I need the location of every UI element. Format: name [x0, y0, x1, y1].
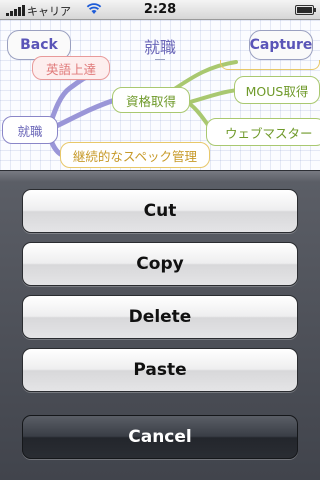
- action-sheet-top-edge: [0, 170, 320, 171]
- title-underline: [155, 59, 165, 60]
- capture-button[interactable]: Capture: [249, 30, 313, 60]
- mindmap-node-english[interactable]: 英語上達: [32, 56, 110, 80]
- mindmap-node-root[interactable]: 就職: [2, 116, 58, 144]
- mindmap-node-partial[interactable]: [220, 60, 320, 70]
- copy-button[interactable]: Copy: [22, 242, 298, 286]
- delete-button[interactable]: Delete: [22, 295, 298, 339]
- status-bar: キャリア 2:28: [0, 0, 320, 20]
- mindmap-node-mous[interactable]: MOUS取得: [234, 76, 320, 104]
- page-title: 就職: [143, 38, 176, 57]
- clock: 2:28: [143, 2, 177, 17]
- mindmap-node-web-master[interactable]: ウェブマスター: [206, 118, 320, 146]
- cut-button[interactable]: Cut: [22, 189, 298, 233]
- mindmap-node-spec-management[interactable]: 継続的なスペック管理: [60, 142, 210, 168]
- mindmap-node-qualification[interactable]: 資格取得: [112, 87, 190, 113]
- battery-icon: [295, 5, 316, 15]
- paste-button[interactable]: Paste: [22, 348, 298, 392]
- mindmap-canvas[interactable]: Back 就職 Capture 英語上達 資格取得 MOUS取得 就職 ウェブマ…: [0, 20, 320, 180]
- cancel-button[interactable]: Cancel: [22, 415, 298, 459]
